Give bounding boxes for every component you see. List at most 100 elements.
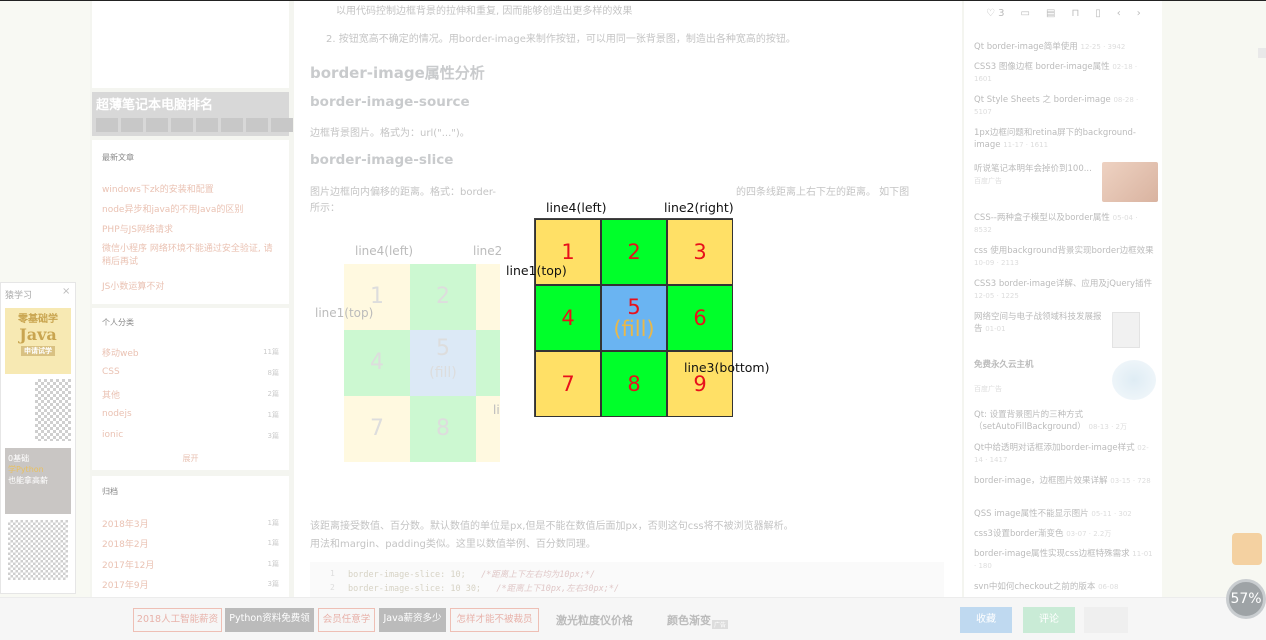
- slice-cell-6: 6: [667, 285, 733, 351]
- related-article[interactable]: Qt中给透明对话框添加border-image样式 02-14 · 1417: [974, 442, 1154, 466]
- java-salary-link[interactable]: Java薪资多少: [379, 608, 446, 632]
- java-ad-badge: 申请试学: [21, 345, 55, 356]
- article-paragraph: 所示：: [310, 203, 340, 214]
- archive-count: 1篇: [267, 560, 279, 568]
- slice-cell-7: 7: [535, 351, 601, 417]
- code-block: 1 border-image-slice: 10; /*距离上下左右均为10px…: [310, 562, 944, 598]
- ad-banner-title: 超薄笔记本电脑排名: [96, 98, 214, 113]
- related-article[interactable]: css 使用background背景实现border边框效果 10-09 · 2…: [974, 245, 1154, 269]
- chevron-left-icon[interactable]: ‹: [1117, 8, 1121, 30]
- ad-link-color[interactable]: 颜色渐变: [667, 612, 711, 628]
- progress-indicator[interactable]: 57%: [1226, 579, 1266, 619]
- chevron-right-icon[interactable]: ›: [1137, 8, 1141, 30]
- archive-count: 1篇: [267, 539, 279, 547]
- code-comment: /*距离上下10px,左右30px;*/: [496, 584, 620, 594]
- archive-link[interactable]: 2018年3月: [102, 517, 149, 530]
- article-paragraph: 以用代码控制边框背景的拉伸和重复, 因而能够创造出更多样的效果: [336, 6, 633, 17]
- expand-button[interactable]: 展开: [92, 453, 289, 464]
- recent-article-link[interactable]: 微信小程序 网络环境不能通过安全验证, 请稍后再试: [102, 243, 277, 269]
- subsection-heading: border-image-source: [310, 94, 470, 110]
- vip-link[interactable]: 会员任意学: [318, 608, 375, 632]
- python-course-ad[interactable]: 0基础 学Python 也能拿高薪: [5, 448, 71, 514]
- faded-label-top: line1(top): [315, 306, 374, 320]
- collect-button[interactable]: 收藏: [960, 607, 1012, 633]
- ad-thumbnails: [96, 118, 293, 132]
- cloud-icon: [1112, 360, 1156, 400]
- category-count: 3篇: [267, 432, 279, 440]
- assistant-icon[interactable]: [1232, 533, 1262, 565]
- python-ad-line1: 0基础: [8, 454, 30, 463]
- ai-salary-link[interactable]: 2018人工智能薪资: [133, 608, 222, 632]
- slice-cell-2: 2: [601, 219, 667, 285]
- category-link[interactable]: 其他: [102, 388, 120, 401]
- java-course-ad[interactable]: 零基础学 Java 申请试学: [5, 308, 71, 374]
- related-article[interactable]: svn中如何checkout之前的版本 06-08: [974, 581, 1154, 593]
- ad-link-laser[interactable]: 激光粒度仪价格: [556, 612, 633, 628]
- faded-cell: 1: [344, 264, 410, 330]
- related-article[interactable]: CSS--两种盒子模型以及border属性 05-04 · 8532: [974, 212, 1154, 236]
- faded-cell: 2: [410, 264, 476, 330]
- ad-article[interactable]: 听说笔记本明年会掉价到100... 百度广告: [974, 163, 1094, 187]
- related-article[interactable]: Qt border-image简单使用 12-25 · 3942: [974, 41, 1154, 53]
- laptop-ad-banner[interactable]: 超薄笔记本电脑排名: [92, 92, 293, 136]
- more-button[interactable]: [1084, 607, 1128, 633]
- archive-link[interactable]: 2017年12月: [102, 558, 154, 571]
- category-count: 11篇: [263, 348, 279, 356]
- code-line: border-image-slice: 10 30; /*距离上下10px,左右…: [348, 582, 619, 594]
- label-line2-right: line2(right): [664, 200, 734, 215]
- laptop-ad-image[interactable]: [1102, 162, 1158, 202]
- window-top-border: [0, 0, 1266, 1]
- scrollbar-thumb[interactable]: [1258, 48, 1266, 58]
- like-button[interactable]: ♡ 3: [986, 8, 1005, 30]
- code-line: border-image-slice: 10; /*距离上下左右均为10px;*…: [348, 568, 595, 580]
- category-count: 2篇: [267, 390, 279, 398]
- career-link[interactable]: 怎样才能不被裁员: [450, 608, 539, 632]
- related-article[interactable]: QSS image属性不能显示图片 05-11 · 302: [974, 508, 1154, 520]
- related-article[interactable]: Qt: 设置背景图片的三种方式（setAutoFillBackground） 0…: [974, 409, 1154, 433]
- faded-label-left: line4(left): [355, 244, 414, 258]
- close-icon[interactable]: ×: [62, 286, 70, 297]
- comment-button[interactable]: 评论: [1023, 607, 1075, 633]
- ad-tag: 广告: [712, 620, 729, 629]
- categories-title: 个人分类: [102, 318, 134, 327]
- faded-cell: 4: [344, 330, 410, 396]
- recent-article-link[interactable]: PHP与JS网络请求: [102, 222, 173, 235]
- qr-code-image: [8, 520, 68, 580]
- related-article[interactable]: border-image，边框图片效果详解 03-15 · 728: [974, 475, 1154, 487]
- right-sidebar: ♡ 3 ▭ ▤ ⊓ ▯ ‹ › Qt border-image简单使用 12-2…: [964, 0, 1162, 600]
- recent-article-link[interactable]: windows下zk的安装和配置: [102, 182, 214, 195]
- archive-link[interactable]: 2018年2月: [102, 537, 149, 550]
- section-heading: border-image属性分析: [310, 64, 485, 82]
- comment-icon[interactable]: ▭: [1021, 8, 1030, 30]
- border-image-diagram[interactable]: 1 2 3 4 5 (fill) 6 7 8 9: [534, 218, 733, 417]
- category-link[interactable]: nodejs: [102, 409, 132, 419]
- slice-cell-5: 5 (fill): [601, 285, 667, 351]
- document-thumbnail: [1112, 312, 1140, 348]
- related-article[interactable]: border-image属性实现css边框特殊需求 11-01 · 180: [974, 548, 1154, 572]
- recent-article-link[interactable]: node异步和java的不用Java的区别: [102, 202, 243, 215]
- category-link[interactable]: ionic: [102, 430, 123, 440]
- related-article[interactable]: 网络空间与电子战领域科技发展报告 01-01: [974, 311, 1104, 335]
- java-ad-line2: Java: [19, 324, 57, 344]
- ad-article[interactable]: 免费永久云主机 百度广告: [974, 359, 1094, 395]
- category-link[interactable]: CSS: [102, 367, 120, 377]
- faded-label-right: line2: [473, 244, 503, 258]
- recent-article-link[interactable]: JS小数运算不对: [102, 279, 164, 292]
- archive-link[interactable]: 2017年9月: [102, 578, 149, 591]
- article-paragraph: 边框背景图片。格式为：url("...")。: [310, 128, 470, 139]
- category-link[interactable]: 移动web: [102, 346, 139, 359]
- related-article[interactable]: Qt Style Sheets 之 border-image 08-28 · 5…: [974, 94, 1154, 118]
- faded-cell: 7: [344, 396, 410, 462]
- article-paragraph: 该距离接受数值、百分数。默认数值的单位是px,但是不能在数值后面加px，否则这句…: [310, 521, 794, 532]
- categories-card: 个人分类 移动web 11篇 CSS 8篇 其他 2篇 nodejs 1篇 io…: [92, 308, 289, 470]
- slice-cell-8: 8: [601, 351, 667, 417]
- python-resource-link[interactable]: Python资料免费领: [225, 608, 314, 632]
- bookmark-icon[interactable]: ⊓: [1071, 8, 1079, 30]
- related-article[interactable]: CSS3 border-image详解、应用及jQuery插件 12-05 · …: [974, 278, 1154, 302]
- related-article[interactable]: css3设置border渐变色 03-07 · 2.2万: [974, 528, 1154, 540]
- faded-cell: [476, 264, 500, 330]
- related-article[interactable]: 1px边框问题和retina屏下的background-image 11-17 …: [974, 127, 1154, 151]
- phone-icon[interactable]: ▯: [1095, 8, 1101, 30]
- document-icon[interactable]: ▤: [1046, 8, 1055, 30]
- related-article[interactable]: CSS3 图像边框 border-image属性 02-18 · 1601: [974, 61, 1154, 85]
